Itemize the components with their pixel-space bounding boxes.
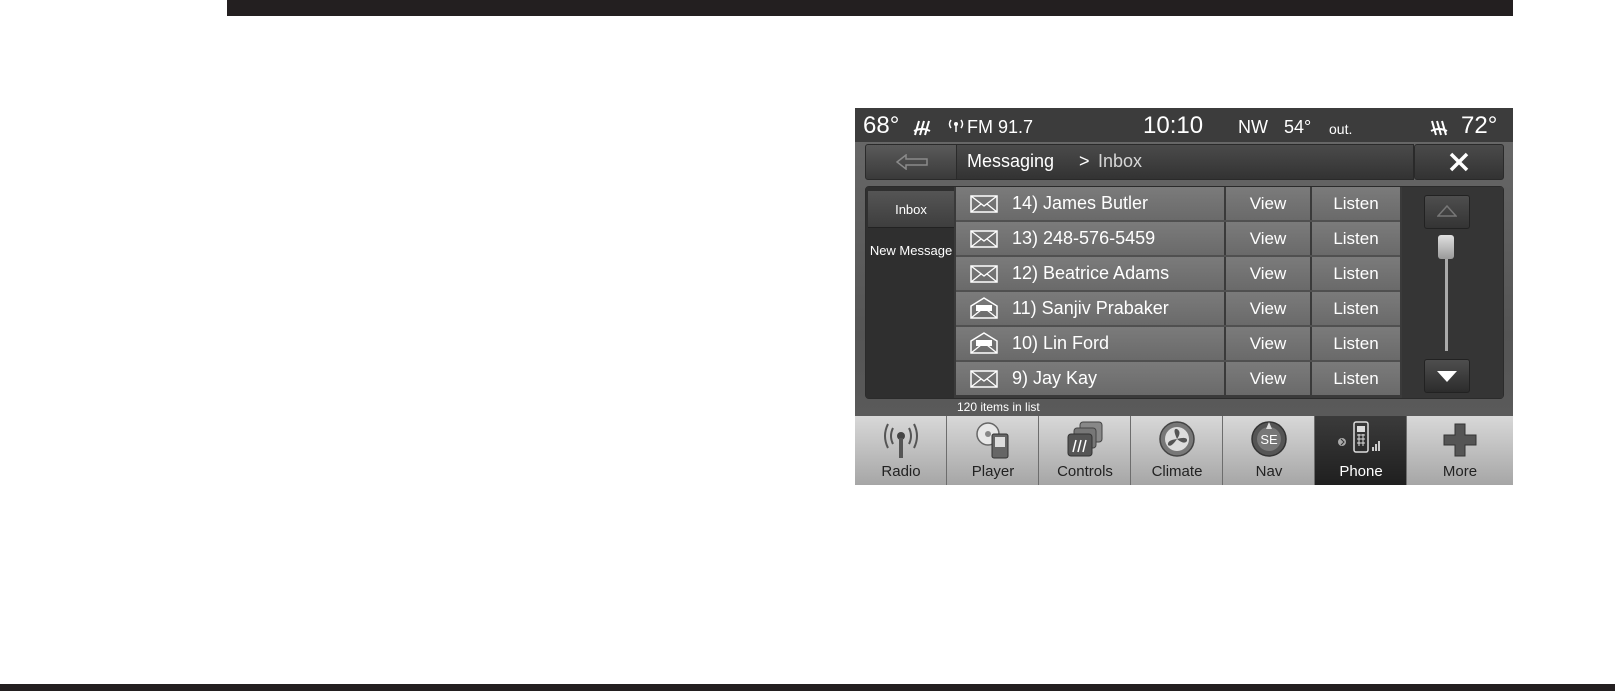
view-button[interactable]: View bbox=[1226, 257, 1310, 290]
envelope-open-icon bbox=[970, 297, 998, 319]
chevron-up-icon bbox=[1437, 205, 1457, 217]
message-name-cell[interactable]: 9) Jay Kay bbox=[956, 362, 1224, 395]
controls-icon bbox=[1067, 421, 1103, 457]
message-name-cell[interactable]: 10) Lin Ford bbox=[956, 327, 1224, 360]
nav-app-button[interactable]: SE Nav bbox=[1223, 416, 1315, 485]
message-row[interactable]: 10) Lin Ford View Listen bbox=[956, 327, 1400, 362]
view-button[interactable]: View bbox=[1226, 187, 1310, 220]
nav-label: Nav bbox=[1255, 463, 1283, 480]
scroll-thumb[interactable] bbox=[1438, 235, 1454, 259]
phone-icon bbox=[1338, 421, 1380, 453]
breadcrumb-section[interactable]: Messaging bbox=[967, 151, 1054, 172]
listen-button[interactable]: Listen bbox=[1312, 292, 1400, 325]
scroll-up-button[interactable] bbox=[1424, 195, 1470, 229]
compass-icon: SE bbox=[1251, 421, 1287, 457]
chevron-down-icon bbox=[1437, 371, 1457, 382]
page-top-rule bbox=[227, 0, 1513, 16]
list-item-count: 120 items in list bbox=[957, 400, 1040, 414]
messaging-panel: Inbox New Message 14) James Butler View … bbox=[865, 186, 1504, 399]
controls-app-button[interactable]: Controls bbox=[1039, 416, 1131, 485]
more-app-button[interactable]: More bbox=[1407, 416, 1513, 485]
more-label: More bbox=[1442, 463, 1478, 480]
envelope-closed-icon bbox=[970, 230, 998, 248]
media-player-icon bbox=[976, 422, 1009, 459]
close-icon bbox=[1449, 152, 1469, 172]
listen-button[interactable]: Listen bbox=[1312, 222, 1400, 255]
player-app-button[interactable]: Player bbox=[947, 416, 1039, 485]
radio-signal-icon bbox=[948, 119, 964, 132]
inbox-tab[interactable]: Inbox bbox=[868, 191, 954, 228]
navigation-row: Messaging > Inbox bbox=[855, 144, 1513, 180]
status-bar: 68° FM 91.7 10:10 NW 54° out. 72° bbox=[855, 108, 1513, 142]
message-row[interactable]: 13) 248-576-5459 View Listen bbox=[956, 222, 1400, 257]
side-menu: Inbox New Message bbox=[866, 187, 954, 398]
scroll-down-button[interactable] bbox=[1424, 359, 1470, 393]
breadcrumb-separator: > bbox=[1079, 151, 1090, 171]
passenger-heated-seat-icon bbox=[1430, 120, 1448, 136]
radio-app-button[interactable]: Radio bbox=[855, 416, 947, 485]
radio-station: FM 91.7 bbox=[967, 117, 1034, 137]
compass-heading: NW bbox=[1238, 117, 1268, 137]
scrollbar bbox=[1402, 187, 1503, 398]
listen-button[interactable]: Listen bbox=[1312, 362, 1400, 395]
view-button[interactable]: View bbox=[1226, 327, 1310, 360]
new-message-button[interactable]: New Message bbox=[868, 229, 954, 271]
compass-heading-label: SE bbox=[1260, 432, 1278, 447]
message-list: 14) James Butler View Listen 13) 248-576… bbox=[956, 187, 1400, 398]
infotainment-screen: 68° FM 91.7 10:10 NW 54° out. 72° Messag… bbox=[855, 108, 1513, 485]
app-bar: Radio Player Controls Climate SE Nav Pho… bbox=[855, 416, 1513, 485]
envelope-closed-icon bbox=[970, 265, 998, 283]
outside-label: out. bbox=[1329, 121, 1353, 137]
listen-button[interactable]: Listen bbox=[1312, 257, 1400, 290]
plus-icon bbox=[1443, 423, 1477, 457]
message-name-cell[interactable]: 11) Sanjiv Prabaker bbox=[956, 292, 1224, 325]
view-button[interactable]: View bbox=[1226, 222, 1310, 255]
controls-label: Controls bbox=[1057, 463, 1113, 480]
message-sender: 10) Lin Ford bbox=[1012, 333, 1110, 353]
breadcrumb-page: Inbox bbox=[1098, 151, 1143, 171]
message-row[interactable]: 12) Beatrice Adams View Listen bbox=[956, 257, 1400, 292]
message-row[interactable]: 9) Jay Kay View Listen bbox=[956, 362, 1400, 395]
page-bottom-rule bbox=[0, 684, 1615, 691]
message-name-cell[interactable]: 13) 248-576-5459 bbox=[956, 222, 1224, 255]
clock: 10:10 bbox=[1143, 112, 1204, 139]
climate-label: Climate bbox=[1151, 463, 1203, 480]
passenger-temperature: 72° bbox=[1461, 112, 1498, 139]
message-name-cell[interactable]: 14) James Butler bbox=[956, 187, 1224, 220]
message-sender: 13) 248-576-5459 bbox=[1012, 228, 1156, 248]
radio-label: Radio bbox=[881, 463, 921, 480]
back-arrow-icon bbox=[896, 154, 928, 170]
message-sender: 12) Beatrice Adams bbox=[1012, 263, 1170, 283]
driver-temperature: 68° bbox=[863, 112, 900, 139]
phone-app-button[interactable]: Phone bbox=[1315, 416, 1407, 485]
message-row[interactable]: 14) James Butler View Listen bbox=[956, 187, 1400, 222]
message-row[interactable]: 11) Sanjiv Prabaker View Listen bbox=[956, 292, 1400, 327]
player-label: Player bbox=[971, 463, 1015, 480]
close-button[interactable] bbox=[1414, 144, 1504, 180]
message-sender: 11) Sanjiv Prabaker bbox=[1012, 298, 1169, 318]
phone-label: Phone bbox=[1339, 463, 1383, 480]
climate-fan-icon bbox=[1159, 421, 1195, 457]
view-button[interactable]: View bbox=[1226, 362, 1310, 395]
message-name-cell[interactable]: 12) Beatrice Adams bbox=[956, 257, 1224, 290]
listen-button[interactable]: Listen bbox=[1312, 187, 1400, 220]
envelope-open-icon bbox=[970, 332, 998, 354]
message-sender: 9) Jay Kay bbox=[1012, 368, 1098, 388]
envelope-closed-icon bbox=[970, 195, 998, 213]
back-button[interactable] bbox=[865, 144, 959, 180]
breadcrumb: Messaging > Inbox bbox=[956, 144, 1414, 180]
climate-app-button[interactable]: Climate bbox=[1131, 416, 1223, 485]
view-button[interactable]: View bbox=[1226, 292, 1310, 325]
message-sender: 14) James Butler bbox=[1012, 193, 1149, 213]
listen-button[interactable]: Listen bbox=[1312, 327, 1400, 360]
radio-antenna-icon bbox=[884, 423, 918, 458]
heated-seat-icon bbox=[913, 120, 931, 136]
outside-temperature: 54° bbox=[1284, 117, 1312, 137]
envelope-closed-icon bbox=[970, 370, 998, 388]
